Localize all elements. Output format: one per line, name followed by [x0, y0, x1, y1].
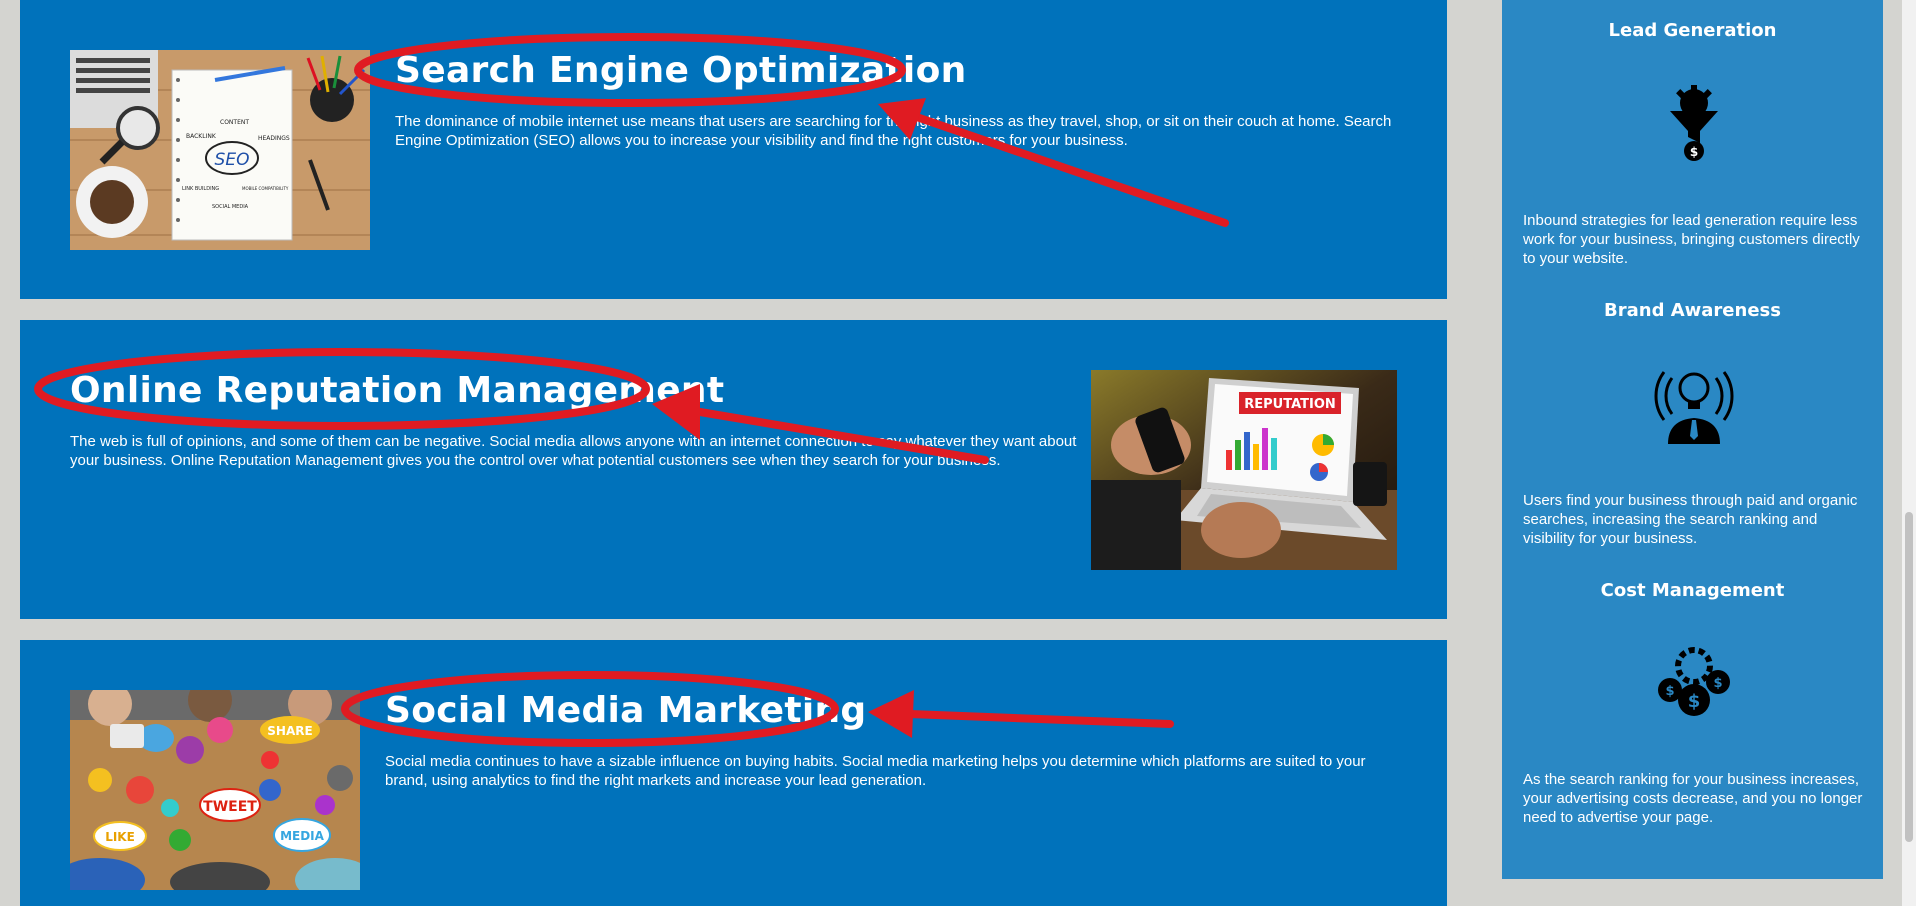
svg-text:$: $ [1688, 691, 1701, 712]
reputation-section: Online Reputation Management The web is … [20, 320, 1447, 619]
cost-management-heading: Cost Management [1600, 580, 1785, 601]
social-media-description: Social media continues to have a sizable… [385, 753, 1366, 789]
social-media-section: TWEET SHARE LIKE MEDIA Social Media Mark… [20, 640, 1447, 906]
svg-text:$: $ [1665, 684, 1674, 699]
seo-image: SEO CONTENT BACKLINK HEADINGS LINK BUILD… [70, 50, 370, 250]
seo-image-label-main: SEO [215, 150, 250, 170]
lead-generation-heading: Lead Generation [1608, 20, 1777, 41]
seo-image-label: BACKLINK [186, 133, 217, 140]
social-image-label: TWEET [203, 799, 257, 815]
lead-funnel-icon: $ [1654, 85, 1734, 165]
seo-image-label: CONTENT [220, 119, 249, 126]
seo-section: SEO CONTENT BACKLINK HEADINGS LINK BUILD… [20, 0, 1447, 299]
seo-image-label: SOCIAL MEDIA [212, 204, 249, 210]
brand-awareness-text: Users find your business through paid an… [1523, 492, 1858, 547]
seo-title: Search Engine Optimization [395, 50, 967, 91]
gear-coins-icon: $ $ $ [1654, 644, 1734, 724]
seo-image-label: MOBILE COMPATIBILITY [242, 186, 289, 191]
seo-image-label: LINK BUILDING [182, 186, 219, 192]
social-media-image: TWEET SHARE LIKE MEDIA [70, 690, 360, 890]
social-media-title: Social Media Marketing [385, 690, 867, 731]
reputation-description: The web is full of opinions, and some of… [70, 433, 1077, 469]
seo-image-label: HEADINGS [258, 135, 290, 142]
social-image-label: SHARE [267, 724, 312, 738]
page-scrollbar[interactable] [1902, 0, 1916, 906]
brand-awareness-heading: Brand Awareness [1604, 300, 1781, 321]
reputation-title: Online Reputation Management [70, 370, 725, 411]
lightbulb-broadcast-icon [1654, 364, 1734, 444]
benefits-sidebar: Lead Generation $ Inbound strategies for… [1502, 0, 1883, 879]
svg-text:$: $ [1713, 676, 1722, 691]
social-image-label: LIKE [105, 830, 135, 844]
cost-management-text: As the search ranking for your business … [1523, 771, 1863, 826]
seo-description: The dominance of mobile internet use mea… [395, 113, 1392, 149]
social-image-label: MEDIA [280, 829, 325, 843]
scrollbar-thumb[interactable] [1905, 512, 1913, 842]
svg-text:$: $ [1690, 145, 1698, 159]
reputation-image-label: REPUTATION [1244, 397, 1336, 412]
reputation-image: REPUTATION [1091, 370, 1397, 570]
lead-generation-text: Inbound strategies for lead generation r… [1523, 212, 1860, 267]
